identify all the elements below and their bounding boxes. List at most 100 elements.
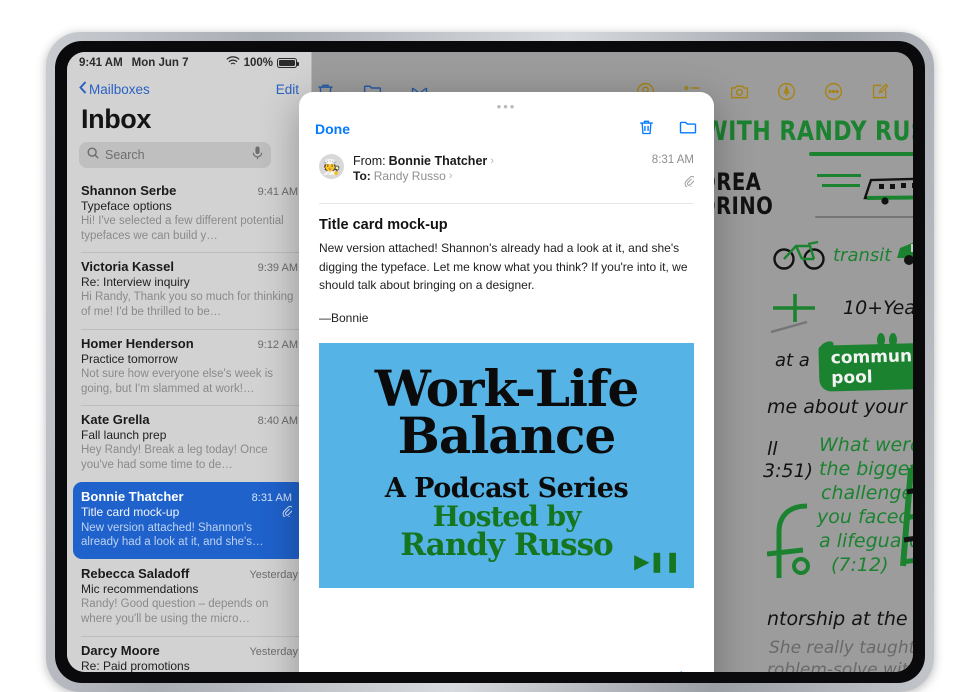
paperclip-icon (684, 174, 696, 192)
email-subject: Title card mock-up (81, 505, 180, 520)
email-preview: Hi! I've selected a few different potent… (81, 215, 284, 242)
note-transcript-1: She really taught me how to (769, 638, 913, 658)
mailboxes-label: Mailboxes (89, 81, 150, 97)
from-name[interactable]: Bonnie Thatcher (389, 154, 488, 168)
email-time: 8:31 AM (251, 491, 292, 504)
email-preview: Not sure how everyone else's week is goi… (81, 367, 274, 395)
email-time: Yesterday (249, 569, 298, 582)
compose-icon[interactable] (870, 81, 891, 102)
email-time: 8:40 AM (257, 415, 298, 428)
from-line: From: Bonnie Thatcher › (353, 154, 643, 168)
paperclip-icon (282, 505, 294, 520)
to-name[interactable]: Randy Russo (374, 169, 446, 183)
ipad-device-frame: CE WITH RANDY RUSSO ANDREA FORINO (46, 32, 934, 692)
email-detail-sheet: ••• Done (299, 92, 714, 672)
email-list-item[interactable]: Shannon Serbe 9:41 AM Typeface options Hi! … (67, 176, 311, 252)
bus-sketch (863, 177, 913, 205)
markup-pen-icon[interactable] (776, 81, 797, 102)
email-list[interactable]: Shannon Serbe 9:41 AM Typeface options Hi! … (67, 176, 311, 672)
email-subject: Practice tomorrow (81, 351, 178, 366)
email-signature: —Bonnie (319, 310, 369, 325)
email-preview: Randy! Good question – depends on where … (81, 598, 269, 625)
note-transcript-2: roblem-solve with a positive (767, 660, 913, 672)
bicycle-sketch (773, 240, 825, 270)
water-splash-sketch (820, 333, 897, 351)
email-subject: Typeface options (81, 199, 172, 213)
avatar: 🧑‍🍳 (319, 154, 344, 179)
podcast-title-line2: Balance (397, 406, 617, 466)
more-circle-icon[interactable] (823, 81, 844, 102)
page-title: Inbox (81, 104, 151, 134)
podcast-attachment-card[interactable]: Work-Life Balance A Podcast Series Hoste… (319, 342, 694, 588)
speed-line-1 (817, 174, 861, 177)
email-body-text: New version attached! Shannon's already … (319, 241, 688, 293)
note-fragment-ll: ll (767, 438, 778, 460)
note-fragment-time: 3:51) (763, 460, 814, 482)
search-icon (87, 146, 99, 164)
mailboxes-back-button[interactable]: Mailboxes (79, 81, 150, 97)
email-subject: Title card mock-up (319, 217, 448, 233)
email-sender: Shannon Serbe (81, 183, 177, 198)
camera-icon[interactable] (729, 81, 750, 102)
email-list-item[interactable]: Rebecca Saladoff Yesterday Mic recommendat… (67, 559, 311, 635)
email-time: 9:12 AM (257, 338, 298, 351)
email-time: 9:41 AM (257, 186, 298, 198)
note-planning: 10+Years in planning (843, 297, 913, 319)
folder-icon[interactable] (678, 117, 698, 142)
email-sender: Homer Henderson (81, 335, 194, 351)
chevron-right-icon: › (448, 170, 453, 182)
done-button[interactable]: Done (315, 121, 350, 137)
to-label: To: (353, 169, 371, 183)
email-sender: Rebecca Saladoff (81, 566, 190, 582)
detail-toolbar: Done (299, 112, 714, 146)
search-input[interactable]: Search (79, 142, 271, 168)
status-date: Mon Jun 7 (131, 57, 189, 69)
email-sender: Victoria Kassel (81, 259, 174, 275)
email-time: 9:39 AM (257, 262, 298, 275)
reply-button[interactable] (674, 670, 694, 672)
hook-sketch (767, 503, 810, 578)
email-list-item[interactable]: Kate Grella 8:40 AM Fall launch prep Hey Ra… (67, 405, 311, 481)
ipad-screen: CE WITH RANDY RUSSO ANDREA FORINO (67, 52, 913, 672)
email-list-item[interactable]: Darcy MooreYesterdayRe: Paid promotionsH… (67, 635, 311, 672)
battery-percent: 100% (243, 57, 273, 69)
email-subject: Re: Interview inquiry (81, 275, 190, 290)
trash-icon[interactable] (637, 117, 656, 142)
microphone-icon[interactable] (252, 146, 263, 165)
status-time: 9:41 AM (79, 57, 123, 69)
headline-underline (809, 152, 913, 156)
play-pause-icon[interactable]: ▶❚❚ (634, 549, 681, 574)
email-subject: Fall launch prep (81, 428, 167, 443)
email-list-item[interactable]: Victoria Kassel 9:39 AM Re: Interview inqu… (67, 252, 311, 328)
search-placeholder: Search (105, 148, 145, 162)
email-subject: Re: Paid promotions (81, 658, 190, 672)
note-mentorship: ntorship at the pool? (9:33) (767, 608, 913, 630)
from-label: From: (353, 154, 386, 168)
wifi-icon (226, 56, 240, 70)
device-bezel: CE WITH RANDY RUSSO ANDREA FORINO (55, 41, 925, 683)
podcast-title-line1: Work-Life (374, 358, 640, 418)
email-list-item[interactable]: Bonnie Thatcher 8:31 AM Title card mock-up… (73, 481, 305, 560)
speed-line-2 (822, 184, 860, 187)
lifeguard-chair-sketch (900, 464, 913, 567)
email-detail-body: 🧑‍🍳 From: Bonnie Thatcher › To: Randy Ru… (299, 146, 714, 672)
email-sender: Bonnie Thatcher (81, 488, 184, 504)
mail-sidebar: 9:41 AM Mon Jun 7 Mailboxes Edit Inbox S… (67, 52, 312, 672)
email-time: Yesterday (249, 645, 298, 658)
status-bar-right: 100% (191, 52, 311, 74)
note-transit: transit (833, 245, 892, 266)
email-list-item[interactable]: Homer Henderson 9:12 AM Practice tomorrow N… (67, 328, 311, 405)
sidebar-nav-bar: Mailboxes Edit (67, 76, 311, 102)
chevron-left-icon (79, 81, 87, 97)
email-sender: Darcy Moore (81, 642, 160, 658)
email-sender: Kate Grella (81, 412, 150, 428)
car-sketch (897, 242, 913, 265)
note-first-job: me about your first job (2:34) (767, 396, 913, 418)
email-timestamp: 8:31 AM (651, 154, 694, 166)
email-preview: Hi Randy, Thank you so much for thinking… (81, 291, 294, 319)
note-at-a: at a (775, 350, 810, 371)
note-rule-1 (815, 216, 913, 218)
edit-button[interactable]: Edit (276, 82, 299, 97)
note-q-timestamp: (7:12) (831, 554, 889, 576)
sender-block[interactable]: 🧑‍🍳 From: Bonnie Thatcher › To: Randy Ru… (319, 146, 696, 204)
